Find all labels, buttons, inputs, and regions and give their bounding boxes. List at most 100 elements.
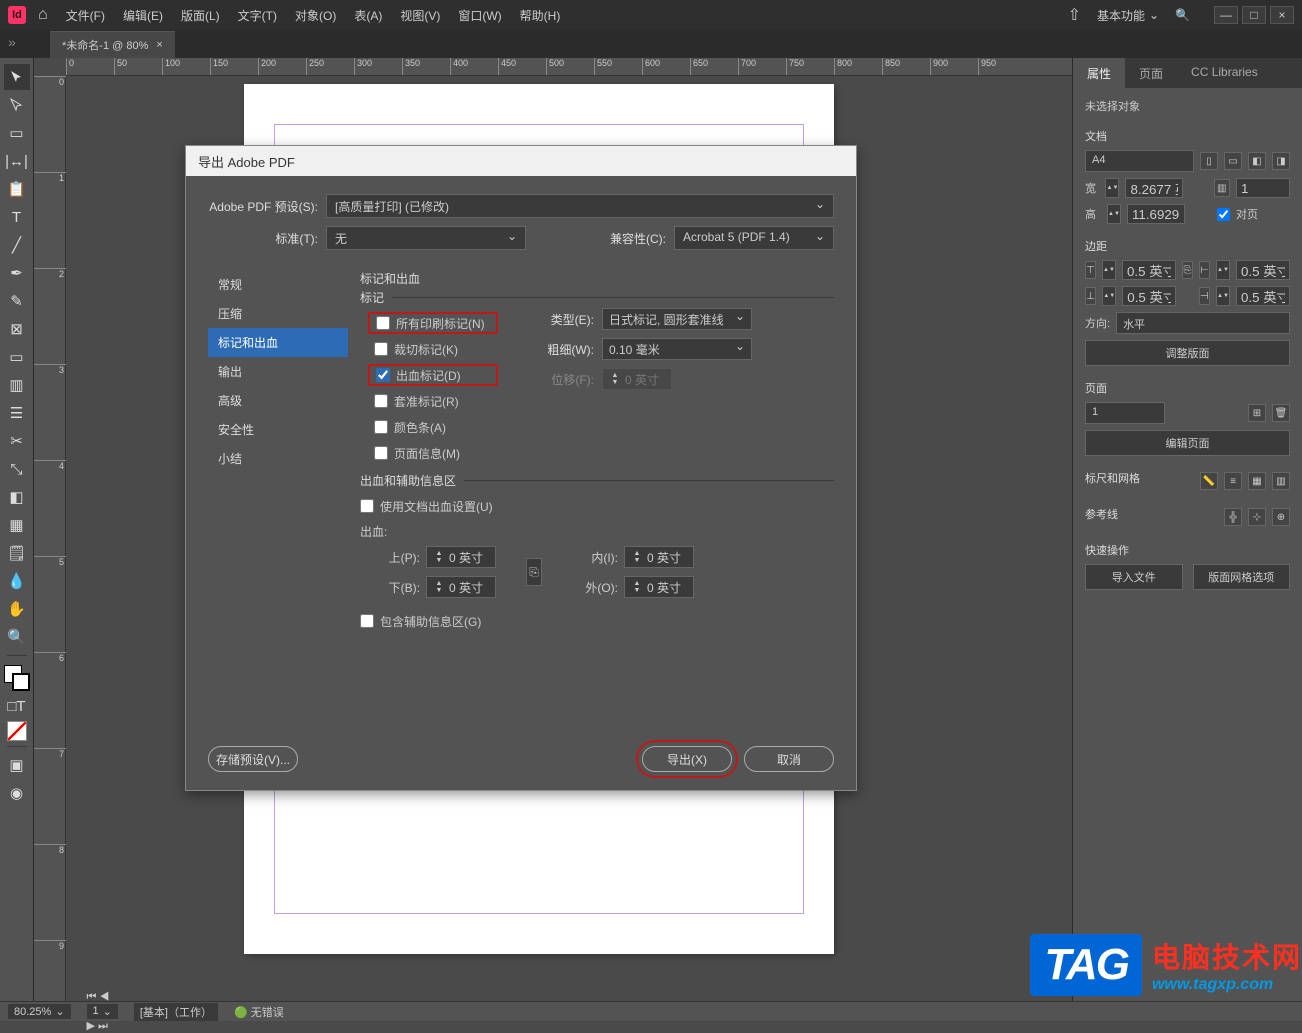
color-bars-checkbox[interactable] bbox=[374, 420, 388, 434]
cancel-button[interactable]: 取消 bbox=[744, 746, 834, 772]
bleed-top-input[interactable]: ▲▼0 英寸 bbox=[426, 546, 496, 568]
height-input[interactable] bbox=[1127, 204, 1185, 224]
note-tool[interactable]: 🗒 bbox=[4, 540, 30, 566]
orient-landscape-icon[interactable]: ▭ bbox=[1224, 152, 1242, 170]
bleed-marks-checkbox[interactable] bbox=[376, 368, 390, 382]
preview-mode-icon[interactable]: ◉ bbox=[4, 780, 30, 806]
page-info-checkbox[interactable] bbox=[374, 446, 388, 460]
bleed-outside-input[interactable]: ▲▼0 英寸 bbox=[624, 576, 694, 598]
zoom-tool[interactable]: 🔍 bbox=[4, 624, 30, 650]
zoom-select[interactable]: 80.25% ⌄ bbox=[8, 1004, 71, 1019]
format-container-icon[interactable]: □T bbox=[4, 693, 30, 719]
type-tool[interactable]: T bbox=[4, 204, 30, 230]
use-doc-bleed-checkbox[interactable] bbox=[360, 499, 374, 513]
page-preset-select[interactable]: A4 bbox=[1085, 150, 1194, 172]
adjust-layout-button[interactable]: 调整版面 bbox=[1085, 340, 1290, 366]
include-slug-checkbox[interactable] bbox=[360, 614, 374, 628]
layout-grid-icon[interactable]: ▥ bbox=[1272, 472, 1290, 490]
pen-tool[interactable]: ✒ bbox=[4, 260, 30, 286]
tab-close-icon[interactable]: × bbox=[156, 39, 162, 51]
menu-window[interactable]: 窗口(W) bbox=[458, 7, 501, 24]
menu-edit[interactable]: 编辑(E) bbox=[123, 7, 163, 24]
mark-weight-select[interactable]: 0.10 毫米 bbox=[602, 338, 752, 360]
facing-pages-checkbox[interactable] bbox=[1217, 208, 1230, 221]
preflight-status[interactable]: 🟢 无错误 bbox=[234, 1004, 284, 1020]
doc-grid-icon[interactable]: ▦ bbox=[1248, 472, 1266, 490]
ruler-horizontal[interactable]: 0501001502002503003504004505005506006507… bbox=[66, 58, 1072, 76]
line-tool[interactable]: ╱ bbox=[4, 232, 30, 258]
margin-top-input[interactable] bbox=[1122, 260, 1176, 280]
apply-none-icon[interactable] bbox=[7, 721, 27, 741]
margin-inside-input[interactable] bbox=[1236, 260, 1290, 280]
grid-options-button[interactable]: 版面网格选项 bbox=[1193, 564, 1291, 590]
save-preset-button[interactable]: 存储预设(V)... bbox=[208, 746, 298, 772]
workspace-switcher[interactable]: 基本功能 ⌄ bbox=[1097, 7, 1159, 24]
menu-help[interactable]: 帮助(H) bbox=[520, 7, 561, 24]
all-marks-checkbox[interactable] bbox=[376, 316, 390, 330]
screen-mode-icon[interactable]: ▣ bbox=[4, 752, 30, 778]
menu-file[interactable]: 文件(F) bbox=[66, 7, 105, 24]
horizontal-grid-icon[interactable]: ☰ bbox=[4, 400, 30, 426]
window-max-button[interactable]: □ bbox=[1242, 6, 1266, 24]
guides-lock-icon[interactable]: ⊹ bbox=[1248, 508, 1266, 526]
document-tab[interactable]: *未命名-1 @ 80% × bbox=[50, 31, 175, 58]
search-icon[interactable]: 🔍 bbox=[1175, 8, 1190, 22]
guides-show-icon[interactable]: ╬ bbox=[1224, 508, 1242, 526]
margin-outside-input[interactable] bbox=[1236, 286, 1290, 306]
sidebar-item-summary[interactable]: 小结 bbox=[208, 444, 348, 473]
standard-select[interactable]: 无 bbox=[326, 226, 526, 250]
bleed-bottom-input[interactable]: ▲▼0 英寸 bbox=[426, 576, 496, 598]
sidebar-item-output[interactable]: 输出 bbox=[208, 357, 348, 386]
page-tool[interactable]: ▭ bbox=[4, 120, 30, 146]
pencil-tool[interactable]: ✎ bbox=[4, 288, 30, 314]
crop-marks-checkbox[interactable] bbox=[374, 342, 388, 356]
page-number-select[interactable]: 1 bbox=[1085, 402, 1165, 424]
export-button[interactable]: 导出(X) bbox=[642, 746, 732, 772]
sidebar-item-security[interactable]: 安全性 bbox=[208, 415, 348, 444]
eyedropper-tool[interactable]: 💧 bbox=[4, 568, 30, 594]
binding-right-icon[interactable]: ◨ bbox=[1272, 152, 1290, 170]
hand-tool[interactable]: ✋ bbox=[4, 596, 30, 622]
mark-type-select[interactable]: 日式标记, 圆形套准线 bbox=[602, 308, 752, 330]
sidebar-item-general[interactable]: 常规 bbox=[208, 270, 348, 299]
orient-portrait-icon[interactable]: ▯ bbox=[1200, 152, 1218, 170]
margin-bottom-input[interactable] bbox=[1122, 286, 1176, 306]
bleed-link-icon[interactable]: ⎘ bbox=[526, 558, 542, 586]
import-file-button[interactable]: 导入文件 bbox=[1085, 564, 1183, 590]
registration-marks-checkbox[interactable] bbox=[374, 394, 388, 408]
ruler-vertical[interactable]: 0123456789 bbox=[34, 76, 66, 1001]
menu-table[interactable]: 表(A) bbox=[354, 7, 382, 24]
bleed-inside-input[interactable]: ▲▼0 英寸 bbox=[624, 546, 694, 568]
layer-select[interactable]: [基本]（工作） bbox=[134, 1003, 218, 1021]
window-min-button[interactable]: — bbox=[1214, 6, 1238, 24]
margin-link-icon[interactable]: ⎘ bbox=[1182, 261, 1193, 279]
width-input[interactable] bbox=[1125, 178, 1183, 198]
smart-guides-icon[interactable]: ⊕ bbox=[1272, 508, 1290, 526]
new-page-icon[interactable]: ⊞ bbox=[1248, 404, 1266, 422]
content-collector-tool[interactable]: 📋 bbox=[4, 176, 30, 202]
sidebar-item-advanced[interactable]: 高级 bbox=[208, 386, 348, 415]
baseline-grid-icon[interactable]: ≡ bbox=[1224, 472, 1242, 490]
compatibility-select[interactable]: Acrobat 5 (PDF 1.4) bbox=[674, 226, 834, 250]
menu-text[interactable]: 文字(T) bbox=[238, 7, 277, 24]
fill-stroke-swatch[interactable] bbox=[4, 665, 30, 691]
tabbar-handle-icon[interactable]: » bbox=[8, 34, 16, 50]
tab-properties[interactable]: 属性 bbox=[1073, 58, 1125, 88]
menu-object[interactable]: 对象(O) bbox=[295, 7, 336, 24]
columns-input[interactable] bbox=[1236, 178, 1290, 198]
gap-tool[interactable]: |↔| bbox=[4, 148, 30, 174]
window-close-button[interactable]: × bbox=[1270, 6, 1294, 24]
binding-left-icon[interactable]: ◧ bbox=[1248, 152, 1266, 170]
page-nav[interactable]: ⏮ ◀ 1 ⌄ ▶ ⏭ bbox=[87, 991, 118, 1033]
rectangle-tool[interactable]: ▭ bbox=[4, 344, 30, 370]
orientation-select[interactable]: 水平 bbox=[1116, 312, 1290, 334]
rectangle-frame-tool[interactable]: ⊠ bbox=[4, 316, 30, 342]
ruler-icon[interactable]: 📏 bbox=[1200, 472, 1218, 490]
menu-view[interactable]: 视图(V) bbox=[400, 7, 440, 24]
menu-layout[interactable]: 版面(L) bbox=[181, 7, 220, 24]
gradient-feather-tool[interactable]: ▦ bbox=[4, 512, 30, 538]
sidebar-item-compression[interactable]: 压缩 bbox=[208, 299, 348, 328]
edit-page-button[interactable]: 编辑页面 bbox=[1085, 430, 1290, 456]
sidebar-item-marks-bleed[interactable]: 标记和出血 bbox=[208, 328, 348, 357]
gradient-swatch-tool[interactable]: ◧ bbox=[4, 484, 30, 510]
